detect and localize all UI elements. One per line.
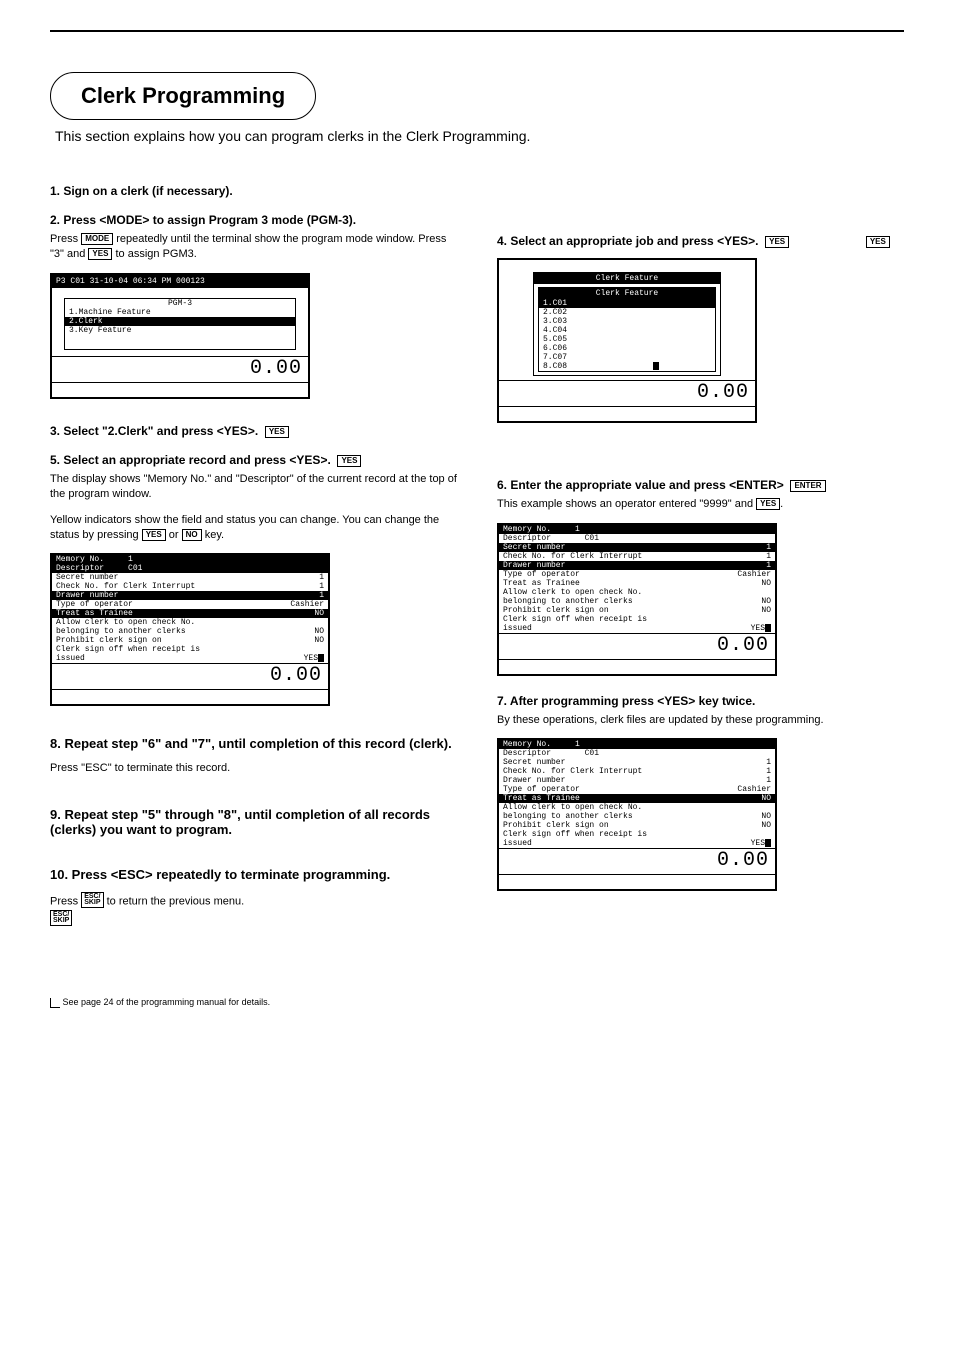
yes-key-icon: YES xyxy=(866,236,890,248)
step6-body: This example shows an operator entered "… xyxy=(497,497,904,512)
page-subtitle: This section explains how you can progra… xyxy=(55,128,904,144)
step1-header: 1. Sign on a clerk (if necessary). xyxy=(50,184,457,198)
step5-body-a: The display shows "Memory No." and "Desc… xyxy=(50,472,457,503)
step4-header: 4. Select an appropriate job and press <… xyxy=(497,234,904,248)
step2-body-c: to assign PGM3. xyxy=(115,248,196,260)
lcd1-total: 0.00 xyxy=(52,356,308,383)
esc-key-icon: ESC/SKIP xyxy=(50,910,72,927)
memno-lbl: Memory No. 1 xyxy=(56,555,324,564)
no-key-icon: NO xyxy=(182,529,202,541)
issued-lbl: issued xyxy=(56,654,304,663)
step8-header: 8. Repeat step "6" and "7", until comple… xyxy=(50,736,457,751)
step2-body-a: Press xyxy=(50,233,81,245)
lcd2-c08: 8.C08 xyxy=(539,362,715,371)
trainee-val: NO xyxy=(314,609,324,618)
mode-key-icon: MODE xyxy=(81,233,113,245)
lcd-clerk-secret: Memory No. 1 Descriptor C01 Secret numbe… xyxy=(497,523,777,676)
lcd1-line3: 3.Key Feature xyxy=(65,326,295,335)
lcd2-c07: 7.C07 xyxy=(539,353,715,362)
type-val: Cashier xyxy=(290,600,324,609)
lcd-clerk-descriptor: Memory No. 1 Descriptor C01 Secret numbe… xyxy=(50,553,330,706)
lcd2-c03: 3.C03 xyxy=(539,317,715,326)
chk-lbl: Check No. for Clerk Interrupt xyxy=(56,582,319,591)
step5-body-b: Yellow indicators show the field and sta… xyxy=(50,514,439,541)
step5-text: 5. Select an appropriate record and pres… xyxy=(50,453,331,467)
type-lbl: Type of operator xyxy=(56,600,290,609)
step9-header: 9. Repeat step "5" through "8", until co… xyxy=(50,807,457,837)
lcd1-line2: 2.Clerk xyxy=(65,317,295,326)
lcd2-title-outer: Clerk Feature xyxy=(534,273,720,284)
sec-val: 1 xyxy=(319,573,324,582)
page-title: Clerk Programming xyxy=(50,72,316,120)
belong-lbl: belonging to another clerks xyxy=(56,627,314,636)
desc-lbl: Descriptor C01 xyxy=(56,564,324,573)
yes-key-icon: YES xyxy=(142,529,166,541)
step10-body: Press ESC/SKIP to return the previous me… xyxy=(50,892,457,927)
drawer-lbl: Drawer number xyxy=(56,591,319,600)
lcd1-title: PGM-3 xyxy=(65,299,295,308)
lcd2-c02: 2.C02 xyxy=(539,308,715,317)
step4-text: 4. Select an appropriate job and press <… xyxy=(497,234,758,248)
lcd2-total: 0.00 xyxy=(499,380,755,407)
yes-key-icon: YES xyxy=(756,498,780,510)
footnote-text: See page 24 of the programming manual fo… xyxy=(63,997,271,1007)
step8-body: Press "ESC" to terminate this record. xyxy=(50,761,457,776)
grid1-total: 0.00 xyxy=(52,663,328,690)
esc-key-icon: ESC/SKIP xyxy=(81,892,103,909)
yes-key-icon: YES xyxy=(765,236,789,248)
step6-text: 6. Enter the appropriate value and press… xyxy=(497,478,784,492)
step6-header: 6. Enter the appropriate value and press… xyxy=(497,478,904,492)
step10-header: 10. Press <ESC> repeatedly to terminate … xyxy=(50,867,457,882)
step5-body-c: or xyxy=(169,529,182,541)
lcd2-c06: 6.C06 xyxy=(539,344,715,353)
lcd2-c04: 4.C04 xyxy=(539,326,715,335)
lcd2-title-inner: Clerk Feature xyxy=(539,288,715,299)
step5-body-d: key. xyxy=(205,529,224,541)
trainee-lbl: Treat as Trainee xyxy=(56,609,314,618)
chk-val: 1 xyxy=(319,582,324,591)
lcd-screen-pgm3: P3 C01 31-10-04 06:34 PM 000123 PGM-3 1.… xyxy=(50,273,310,399)
lcd2-c01: 1.C01 xyxy=(539,299,715,308)
prohibit-val: NO xyxy=(314,636,324,645)
lcd-clerk-trainee: Memory No. 1 Descriptor C01 Secret numbe… xyxy=(497,738,777,891)
lcd2-c05: 5.C05 xyxy=(539,335,715,344)
step7-header: 7. After programming press <YES> key twi… xyxy=(497,694,904,708)
lcd1-header: P3 C01 31-10-04 06:34 PM 000123 xyxy=(52,275,308,288)
yes-key-icon: YES xyxy=(337,455,361,467)
step3-header: 3. Select "2.Clerk" and press <YES>. YES xyxy=(50,424,457,438)
yes-key-icon: YES xyxy=(265,426,289,438)
partial-box-icon xyxy=(50,998,60,1008)
drawer-val: 1 xyxy=(319,591,324,600)
step10-body-a: Press xyxy=(50,895,81,907)
step2-header: 2. Press <MODE> to assign Program 3 mode… xyxy=(50,213,457,227)
belong-val: NO xyxy=(314,627,324,636)
enter-key-icon: ENTER xyxy=(790,480,825,492)
issued-val: YES xyxy=(304,654,324,663)
signoff-lbl: Clerk sign off when receipt is xyxy=(56,645,324,654)
yes-key-icon: YES xyxy=(88,248,112,260)
step2-body: Press MODE repeatedly until the terminal… xyxy=(50,232,457,263)
step10-body-b: to return the previous menu. xyxy=(107,895,245,907)
lcd-clerk-feature-list: Clerk Feature Clerk Feature 1.C01 2.C02 … xyxy=(497,258,757,423)
step3-text: 3. Select "2.Clerk" and press <YES>. xyxy=(50,424,258,438)
footnote: See page 24 of the programming manual fo… xyxy=(50,997,904,1008)
allow-lbl: Allow clerk to open check No. xyxy=(56,618,324,627)
step7-body: By these operations, clerk files are upd… xyxy=(497,713,904,728)
step5-header: 5. Select an appropriate record and pres… xyxy=(50,453,457,467)
step5-body-block: Yellow indicators show the field and sta… xyxy=(50,513,457,544)
prohibit-lbl: Prohibit clerk sign on xyxy=(56,636,314,645)
sec-lbl: Secret number xyxy=(56,573,319,582)
lcd1-line1: 1.Machine Feature xyxy=(65,308,295,317)
